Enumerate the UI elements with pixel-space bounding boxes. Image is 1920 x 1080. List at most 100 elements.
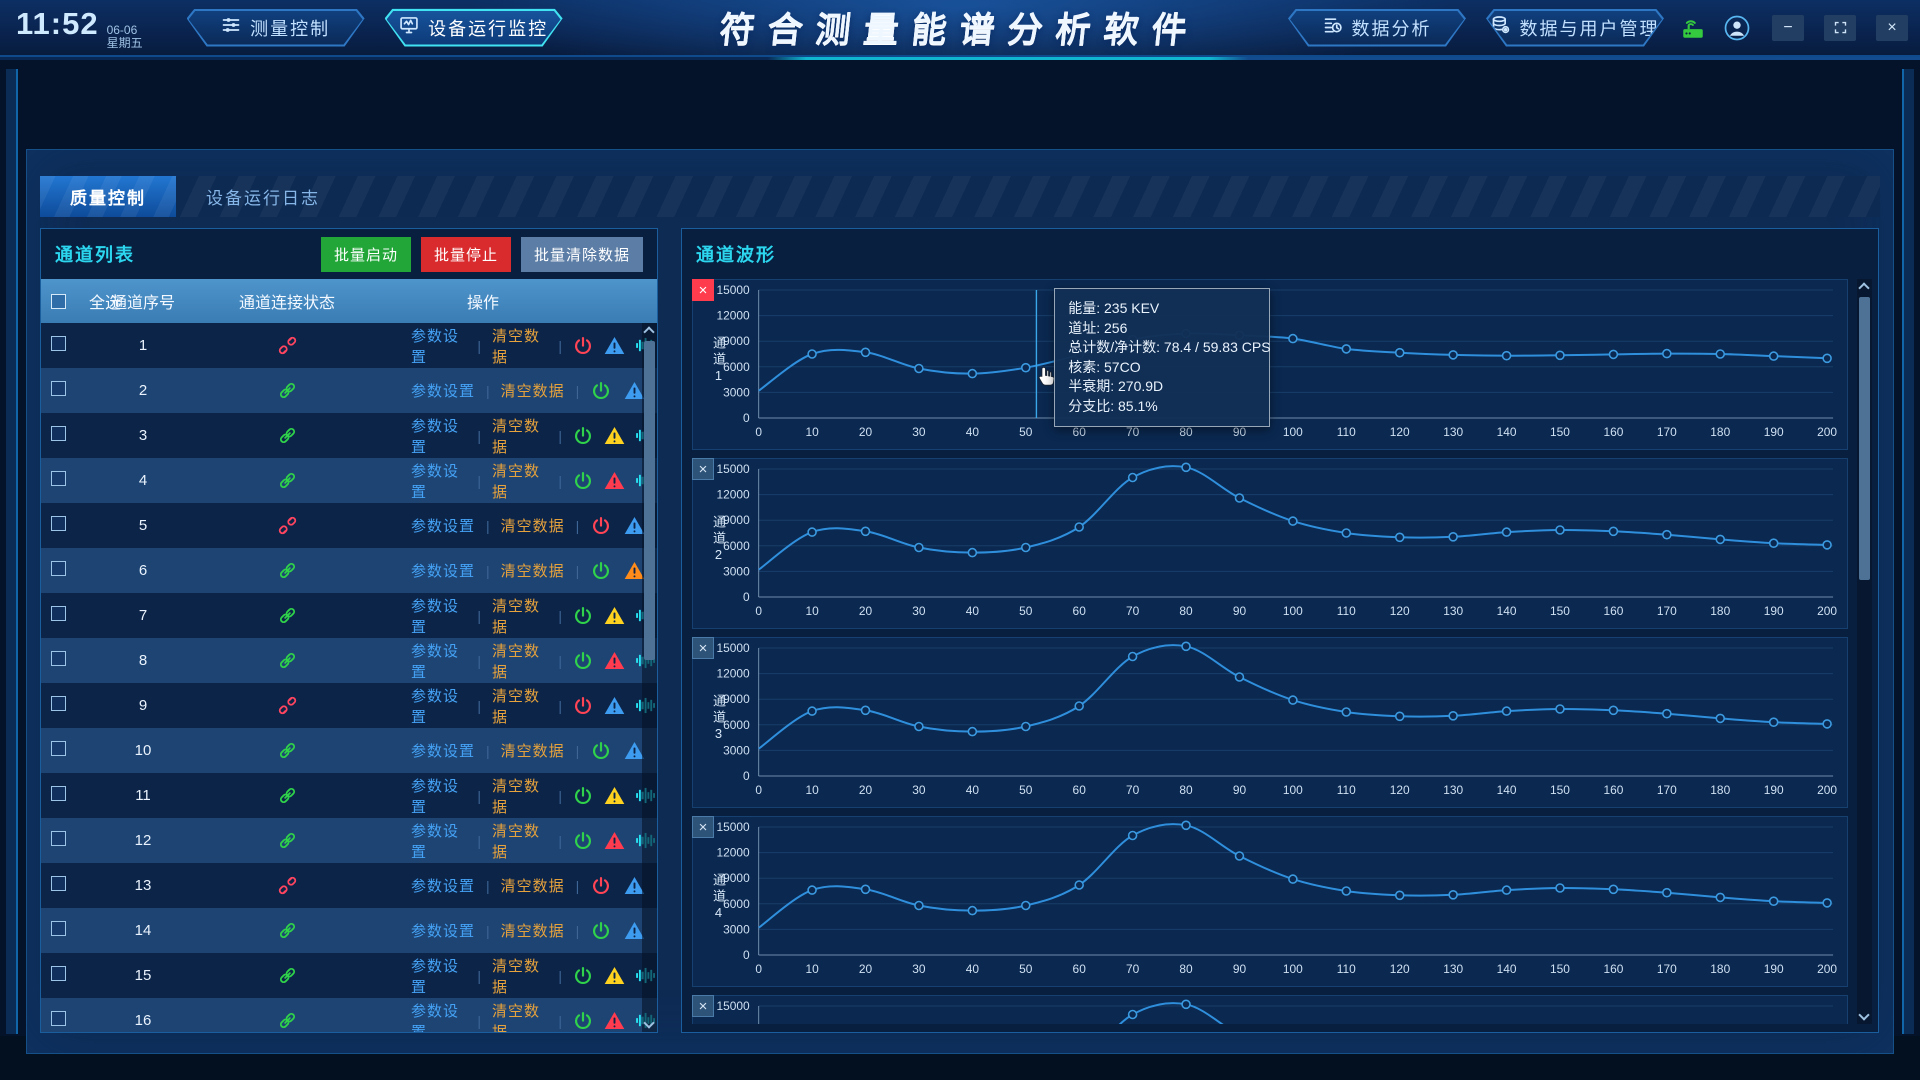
power-button[interactable] <box>590 560 612 582</box>
power-button[interactable] <box>590 875 612 897</box>
clear-data-link[interactable]: 清空数据 <box>492 685 547 727</box>
row-checkbox[interactable] <box>51 921 66 936</box>
row-checkbox[interactable] <box>51 741 66 756</box>
power-button[interactable] <box>590 380 612 402</box>
clear-data-link[interactable]: 清空数据 <box>492 325 547 367</box>
chart-plot[interactable]: 0300060009000120001500001020304050607080… <box>693 996 1847 1024</box>
param-settings-link[interactable]: 参数设置 <box>411 460 466 502</box>
clear-data-link[interactable]: 清空数据 <box>501 380 565 401</box>
param-settings-link[interactable]: 参数设置 <box>411 325 466 367</box>
nav-measure-control[interactable]: 测量控制 <box>187 9 365 47</box>
row-checkbox[interactable] <box>51 966 66 981</box>
row-checkbox[interactable] <box>51 426 66 441</box>
power-button[interactable] <box>573 425 593 447</box>
param-settings-link[interactable]: 参数设置 <box>411 875 475 896</box>
clear-data-link[interactable]: 清空数据 <box>501 740 565 761</box>
row-checkbox[interactable] <box>51 786 66 801</box>
param-settings-link[interactable]: 参数设置 <box>411 515 475 536</box>
alert-icon[interactable] <box>604 830 625 852</box>
row-checkbox[interactable] <box>51 336 66 351</box>
chart-plot[interactable]: 0300060009000120001500001020304050607080… <box>693 459 1847 630</box>
power-button[interactable] <box>590 740 612 762</box>
row-checkbox[interactable] <box>51 876 66 891</box>
chart-close-button[interactable]: × <box>692 816 714 838</box>
param-settings-link[interactable]: 参数设置 <box>411 775 466 817</box>
scrollbar-thumb[interactable] <box>644 341 655 660</box>
param-settings-link[interactable]: 参数设置 <box>411 820 466 862</box>
nav-data-user-management[interactable]: 数据与用户管理 <box>1486 9 1664 47</box>
alert-icon[interactable] <box>604 650 625 672</box>
clear-data-link[interactable]: 清空数据 <box>492 415 547 457</box>
scrollbar-thumb[interactable] <box>1859 297 1870 580</box>
power-button[interactable] <box>573 470 593 492</box>
row-checkbox[interactable] <box>51 1011 66 1026</box>
clear-data-link[interactable]: 清空数据 <box>501 560 565 581</box>
clear-data-link[interactable]: 清空数据 <box>501 920 565 941</box>
alert-icon[interactable] <box>604 425 625 447</box>
power-button[interactable] <box>573 965 593 987</box>
power-button[interactable] <box>573 695 593 717</box>
tab-device-run-log[interactable]: 设备运行日志 <box>176 176 350 217</box>
row-checkbox[interactable] <box>51 831 66 846</box>
user-avatar[interactable] <box>1722 13 1752 43</box>
chart-plot[interactable]: 0300060009000120001500001020304050607080… <box>693 817 1847 988</box>
power-button[interactable] <box>590 920 612 942</box>
power-button[interactable] <box>573 650 593 672</box>
clear-data-link[interactable]: 清空数据 <box>492 595 547 637</box>
power-button[interactable] <box>590 515 612 537</box>
power-button[interactable] <box>573 830 593 852</box>
clear-data-link[interactable]: 清空数据 <box>492 775 547 817</box>
row-checkbox[interactable] <box>51 651 66 666</box>
nav-device-monitor[interactable]: 设备运行监控 <box>385 9 563 47</box>
power-button[interactable] <box>573 605 593 627</box>
close-button[interactable]: × <box>1876 15 1908 41</box>
chart-plot[interactable]: 0300060009000120001500001020304050607080… <box>693 638 1847 809</box>
minimize-button[interactable]: − <box>1772 15 1804 41</box>
bulk-start-button[interactable]: 批量启动 <box>321 237 411 272</box>
row-checkbox[interactable] <box>51 471 66 486</box>
nav-data-analysis[interactable]: 数据分析 <box>1288 9 1466 47</box>
alert-icon[interactable] <box>604 695 625 717</box>
scroll-up-icon[interactable] <box>1858 282 1869 293</box>
maximize-button[interactable] <box>1824 15 1856 41</box>
alert-icon[interactable] <box>604 965 625 987</box>
channel-list-scrollbar[interactable] <box>642 323 657 1032</box>
param-settings-link[interactable]: 参数设置 <box>411 740 475 761</box>
clear-data-link[interactable]: 清空数据 <box>492 460 547 502</box>
row-checkbox[interactable] <box>51 696 66 711</box>
row-checkbox[interactable] <box>51 381 66 396</box>
param-settings-link[interactable]: 参数设置 <box>411 685 466 727</box>
power-button[interactable] <box>573 1010 593 1032</box>
chart-close-button[interactable]: × <box>692 279 714 301</box>
select-all-checkbox[interactable] <box>51 294 66 309</box>
scroll-up-icon[interactable] <box>643 326 654 337</box>
alert-icon[interactable] <box>604 470 625 492</box>
scroll-down-icon[interactable] <box>643 1017 654 1028</box>
param-settings-link[interactable]: 参数设置 <box>411 415 466 457</box>
row-checkbox[interactable] <box>51 516 66 531</box>
clear-data-link[interactable]: 清空数据 <box>492 955 547 997</box>
param-settings-link[interactable]: 参数设置 <box>411 380 475 401</box>
param-settings-link[interactable]: 参数设置 <box>411 640 466 682</box>
param-settings-link[interactable]: 参数设置 <box>411 1000 466 1033</box>
power-button[interactable] <box>573 335 593 357</box>
chart-close-button[interactable]: × <box>692 995 714 1017</box>
row-checkbox[interactable] <box>51 606 66 621</box>
clear-data-link[interactable]: 清空数据 <box>492 640 547 682</box>
param-settings-link[interactable]: 参数设置 <box>411 955 466 997</box>
param-settings-link[interactable]: 参数设置 <box>411 595 466 637</box>
clear-data-link[interactable]: 清空数据 <box>501 875 565 896</box>
chart-close-button[interactable]: × <box>692 458 714 480</box>
scroll-down-icon[interactable] <box>1858 1009 1869 1020</box>
clear-data-link[interactable]: 清空数据 <box>492 820 547 862</box>
alert-icon[interactable] <box>604 605 625 627</box>
tab-quality-control[interactable]: 质量控制 <box>40 176 176 217</box>
alert-icon[interactable] <box>604 785 625 807</box>
clear-data-link[interactable]: 清空数据 <box>501 515 565 536</box>
alert-icon[interactable] <box>604 335 625 357</box>
bulk-clear-button[interactable]: 批量清除数据 <box>521 237 643 272</box>
clear-data-link[interactable]: 清空数据 <box>492 1000 547 1033</box>
row-checkbox[interactable] <box>51 561 66 576</box>
chart-close-button[interactable]: × <box>692 637 714 659</box>
power-button[interactable] <box>573 785 593 807</box>
